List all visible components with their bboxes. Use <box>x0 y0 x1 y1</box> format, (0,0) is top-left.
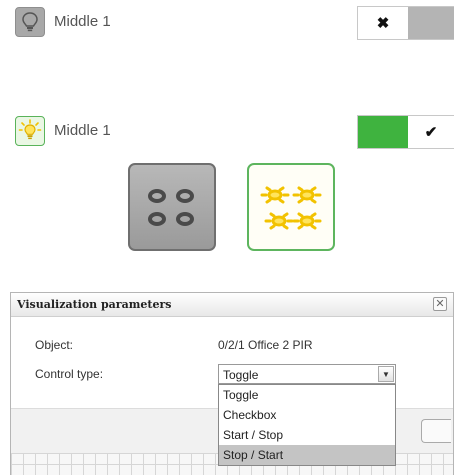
lightbulb-off-icon <box>22 12 38 32</box>
visualization-parameters-dialog: Visualization parameters ✕ Object: 0/2/1… <box>10 292 454 475</box>
control-type-value: Toggle <box>223 368 259 382</box>
close-icon: ✖ <box>376 15 390 32</box>
lamp-button-off[interactable] <box>15 7 45 37</box>
control-type-label: Control type: <box>35 367 104 381</box>
switch-off-knob: ✖ <box>358 7 408 39</box>
option-start-stop[interactable]: Start / Stop <box>219 425 395 445</box>
control-type-options: Toggle Checkbox Start / Stop Stop / Star… <box>218 384 396 466</box>
lamp-button-on[interactable] <box>15 116 45 146</box>
check-icon: ✔ <box>424 124 438 141</box>
option-stop-start[interactable]: Stop / Start <box>219 445 395 465</box>
lightbulb-on-icon <box>18 119 42 140</box>
toggle-switch-off[interactable]: ✖ <box>357 6 454 40</box>
option-checkbox[interactable]: Checkbox <box>219 405 395 425</box>
switch-track-on <box>358 116 408 148</box>
object-row-off: Middle 1 ✖ <box>0 2 454 42</box>
close-icon[interactable]: ✕ <box>433 297 447 311</box>
object-row-on: Middle 1 ✔ <box>0 111 454 151</box>
dialog-title: Visualization parameters <box>17 298 172 311</box>
light-tile-off[interactable] <box>128 163 216 251</box>
dialog-header: Visualization parameters ✕ <box>11 293 453 317</box>
option-toggle[interactable]: Toggle <box>219 385 395 405</box>
four-lights-on-icon <box>260 186 322 230</box>
dialog-action-button[interactable] <box>421 419 451 443</box>
object-label: Middle 1 <box>54 13 111 30</box>
control-type-select[interactable]: Toggle ▼ <box>218 364 396 384</box>
switch-on-knob: ✔ <box>408 116 454 148</box>
four-lights-off-icon <box>148 189 194 226</box>
chevron-down-icon[interactable]: ▼ <box>378 366 394 382</box>
object-field-label: Object: <box>35 338 74 352</box>
light-tile-on[interactable] <box>247 163 335 251</box>
toggle-switch-on[interactable]: ✔ <box>357 115 454 149</box>
object-field-value: 0/2/1 Office 2 PIR <box>218 338 313 352</box>
switch-track-off <box>408 7 454 39</box>
object-label: Middle 1 <box>54 122 111 139</box>
